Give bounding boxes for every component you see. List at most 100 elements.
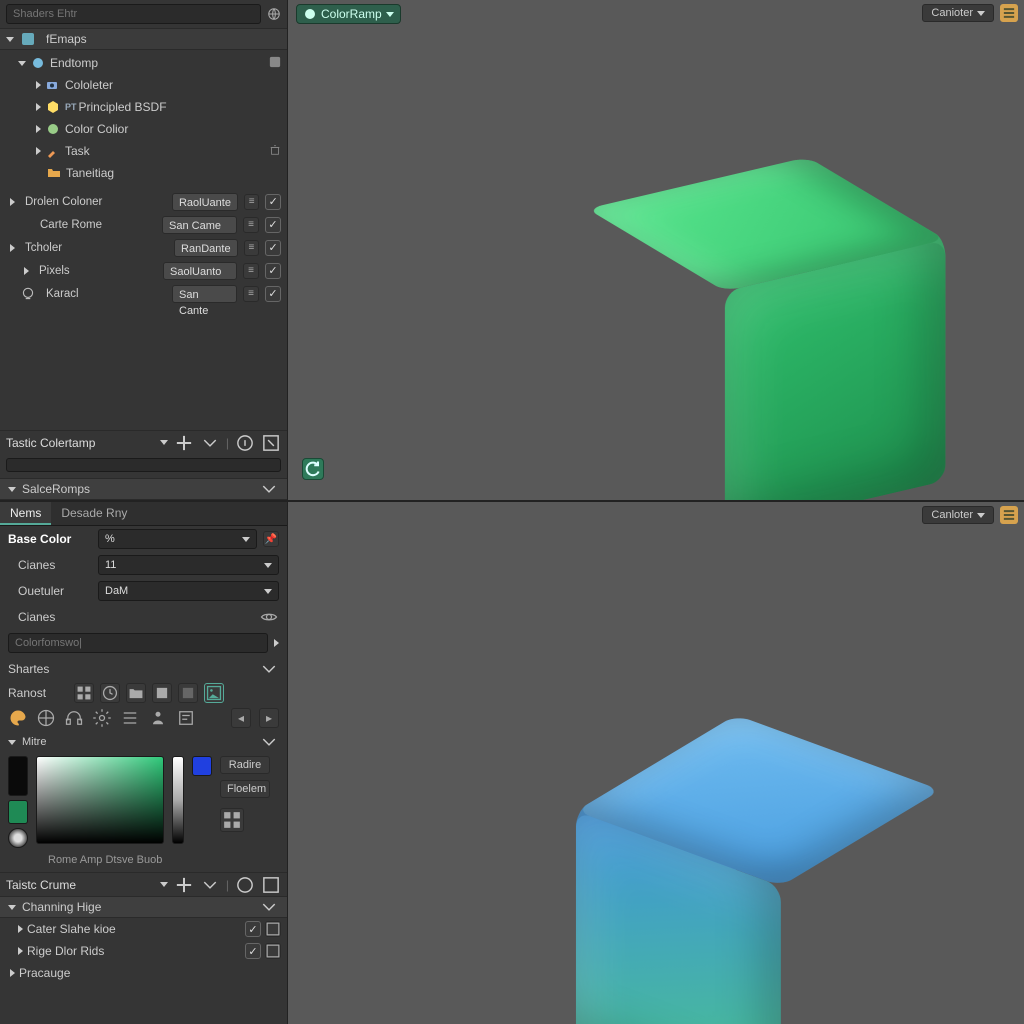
canister-dropdown[interactable]: Canloter (922, 506, 994, 524)
chevron-down-icon[interactable] (160, 882, 168, 887)
refresh-button[interactable] (302, 458, 324, 480)
folder-icon[interactable] (126, 683, 146, 703)
param-value[interactable]: San Came (162, 216, 237, 234)
section-salceromps[interactable]: SalceRomps (0, 478, 287, 500)
plus-icon[interactable] (174, 433, 194, 453)
menu-icon[interactable]: ≡ (244, 194, 260, 210)
expand-icon[interactable] (265, 943, 281, 959)
box-icon[interactable] (152, 683, 172, 703)
folder-icon (46, 165, 62, 181)
chevron-down-icon[interactable] (259, 479, 279, 499)
hamburger-icon[interactable] (1000, 4, 1018, 22)
menu-icon[interactable]: ≡ (244, 240, 260, 256)
list-icon[interactable] (120, 708, 140, 728)
chevron-down-icon[interactable] (160, 440, 168, 445)
ouetuler-select[interactable]: DaM (98, 581, 279, 601)
clock-icon[interactable] (100, 683, 120, 703)
tree-node-principled[interactable]: PT Principled BSDF (0, 96, 287, 118)
info-icon[interactable] (235, 875, 255, 895)
swatch-green[interactable] (8, 800, 28, 824)
save-icon[interactable] (269, 56, 281, 71)
prev-icon[interactable]: ◂ (231, 708, 251, 728)
search-input[interactable] (6, 4, 261, 24)
tree-node-cololeter[interactable]: Cololeter (0, 74, 287, 96)
param-toggle[interactable] (265, 217, 281, 233)
expand-icon[interactable] (261, 433, 281, 453)
chevron-down-icon[interactable] (200, 875, 220, 895)
info-icon[interactable] (235, 433, 255, 453)
ranost-row: Ranost (0, 682, 287, 704)
image-icon[interactable] (204, 683, 224, 703)
colorramp-dropdown[interactable]: ColorRamp (296, 4, 401, 24)
plus-icon[interactable] (174, 875, 194, 895)
chevron-right-icon[interactable] (274, 639, 279, 647)
tabs: Nems Desade Rny (0, 502, 287, 526)
grid-icon[interactable] (220, 808, 244, 832)
prop-label: Cianes (8, 558, 92, 572)
text-icon[interactable] (176, 708, 196, 728)
swatch-black[interactable] (8, 756, 28, 796)
param-value[interactable]: RanDante (174, 239, 238, 257)
viewport-bottom[interactable]: Canloter (288, 500, 1024, 1024)
param-toggle[interactable] (265, 263, 281, 279)
tab-desade[interactable]: Desade Rny (51, 502, 137, 525)
globe-icon[interactable] (267, 7, 281, 21)
expand-icon[interactable] (261, 875, 281, 895)
menu-icon[interactable]: ≡ (243, 217, 259, 233)
floelem-button[interactable]: Floelem (220, 780, 270, 798)
swatch-circle[interactable] (8, 828, 28, 848)
tree-node-task[interactable]: Task (0, 140, 287, 162)
param-value[interactable]: San Cante (172, 285, 237, 303)
chevron-right-icon[interactable] (10, 244, 15, 252)
swatch-blue[interactable] (192, 756, 212, 776)
globe-icon[interactable] (36, 708, 56, 728)
row-toggle[interactable] (245, 943, 261, 959)
value-slider[interactable] (172, 756, 184, 844)
person-icon[interactable] (148, 708, 168, 728)
row-rige[interactable]: Rige Dlor Rids (0, 940, 287, 962)
param-toggle[interactable] (265, 194, 281, 210)
tree-node-colorcolor[interactable]: Color Colior (0, 118, 287, 140)
tab-nems[interactable]: Nems (0, 502, 51, 525)
chevron-down-icon[interactable] (259, 732, 279, 752)
chevron-down-icon[interactable] (200, 433, 220, 453)
alpha-slider[interactable] (6, 458, 281, 472)
param-toggle[interactable] (265, 286, 281, 302)
trash-icon[interactable] (269, 144, 281, 159)
param-value[interactable]: RaolUante (172, 193, 238, 211)
menu-icon[interactable]: ≡ (243, 263, 259, 279)
grid-icon[interactable] (74, 683, 94, 703)
sv-picker[interactable] (36, 756, 164, 844)
expand-icon[interactable] (265, 921, 281, 937)
hamburger-icon[interactable] (1000, 506, 1018, 524)
box-icon[interactable] (178, 683, 198, 703)
chevron-right-icon[interactable] (10, 198, 15, 206)
param-value[interactable]: SaolUanto (163, 262, 237, 280)
palette-icon[interactable] (8, 708, 28, 728)
chevron-right-icon[interactable] (24, 267, 29, 275)
base-color-select[interactable]: % (98, 529, 257, 549)
radire-button[interactable]: Radire (220, 756, 270, 774)
chevron-down-icon[interactable] (259, 897, 279, 917)
pin-icon[interactable]: 📌 (263, 531, 279, 547)
headphones-icon[interactable] (64, 708, 84, 728)
colorforms-input[interactable] (8, 633, 268, 653)
chevron-down-icon[interactable] (259, 659, 279, 679)
gear-icon[interactable] (92, 708, 112, 728)
row-toggle[interactable] (245, 921, 261, 937)
row-pracauge[interactable]: Pracauge (0, 962, 287, 984)
cianes-select[interactable]: 11 (98, 555, 279, 575)
param-toggle[interactable] (265, 240, 281, 256)
tree-material[interactable]: Endtomp (0, 52, 287, 74)
chevron-down-icon[interactable] (8, 740, 16, 745)
menu-icon[interactable]: ≡ (243, 286, 259, 302)
eye-icon[interactable] (259, 607, 279, 627)
next-icon[interactable]: ▸ (259, 708, 279, 728)
viewport-top[interactable]: ColorRamp Canioter (288, 0, 1024, 500)
canister-dropdown[interactable]: Canioter (922, 4, 994, 22)
tree-node-taneitiag[interactable]: Taneitiag (0, 162, 287, 184)
row-cater[interactable]: Cater Slahe kioe (0, 918, 287, 940)
outliner-root[interactable]: fEmaps (0, 28, 287, 50)
color-picker: Radire Floelem (0, 752, 287, 850)
section-channing[interactable]: Channing Hige (0, 896, 287, 918)
